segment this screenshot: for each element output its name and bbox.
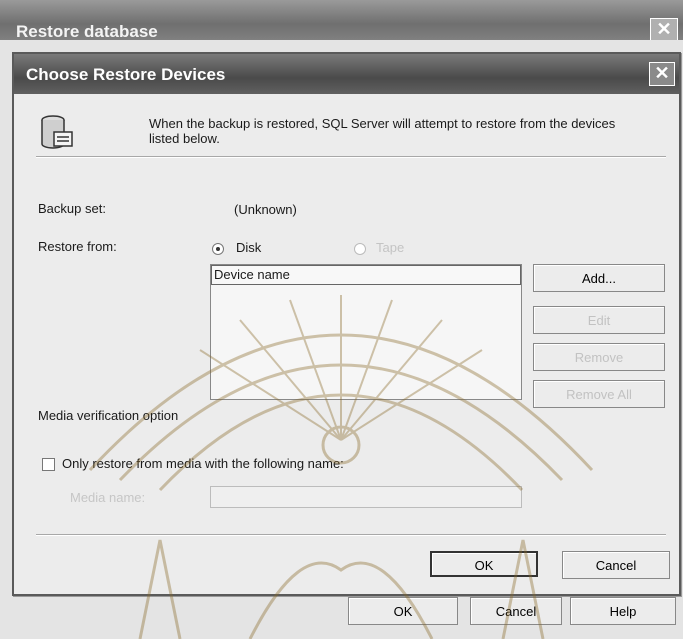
outer-ok-button[interactable]: OK bbox=[348, 597, 458, 625]
remove-all-devices-button: Remove All bbox=[533, 380, 665, 408]
dialog-titlebar: Choose Restore Devices ✕ bbox=[14, 54, 679, 94]
outer-cancel-button[interactable]: Cancel bbox=[470, 597, 562, 625]
media-name-input bbox=[210, 486, 522, 508]
media-verification-label: Media verification option bbox=[38, 408, 179, 423]
outer-window-titlebar: Restore database ✕ bbox=[0, 0, 683, 42]
media-name-label: Media name: bbox=[70, 490, 146, 505]
device-name-column-header[interactable]: Device name bbox=[211, 265, 521, 285]
backup-set-value: (Unknown) bbox=[234, 202, 297, 217]
only-restore-media-checkbox[interactable] bbox=[42, 458, 55, 471]
only-restore-media-label[interactable]: Only restore from media with the followi… bbox=[62, 456, 344, 471]
tape-radio bbox=[354, 243, 366, 255]
device-list[interactable]: Device name bbox=[210, 264, 522, 400]
backup-set-label: Backup set: bbox=[38, 201, 106, 216]
tape-radio-label: Tape bbox=[376, 240, 405, 255]
choose-restore-devices-dialog: Choose Restore Devices ✕ When the backup… bbox=[12, 52, 681, 596]
outer-close-icon[interactable]: ✕ bbox=[650, 18, 678, 42]
remove-device-button: Remove bbox=[533, 343, 665, 371]
outer-window-title: Restore database bbox=[16, 22, 158, 41]
bottom-divider bbox=[36, 534, 666, 536]
top-divider bbox=[36, 156, 666, 158]
database-icon bbox=[41, 115, 73, 149]
restore-from-label: Restore from: bbox=[38, 239, 117, 254]
dialog-cancel-button[interactable]: Cancel bbox=[562, 551, 670, 579]
disk-radio-label[interactable]: Disk bbox=[236, 240, 261, 255]
dialog-close-icon[interactable]: ✕ bbox=[649, 62, 675, 86]
dialog-ok-button[interactable]: OK bbox=[430, 551, 538, 577]
edit-device-button: Edit bbox=[533, 306, 665, 334]
add-device-button[interactable]: Add... bbox=[533, 264, 665, 292]
intro-text: When the backup is restored, SQL Server … bbox=[149, 116, 616, 146]
disk-radio[interactable] bbox=[212, 243, 224, 255]
dialog-title: Choose Restore Devices bbox=[26, 65, 226, 84]
outer-help-button[interactable]: Help bbox=[570, 597, 676, 625]
